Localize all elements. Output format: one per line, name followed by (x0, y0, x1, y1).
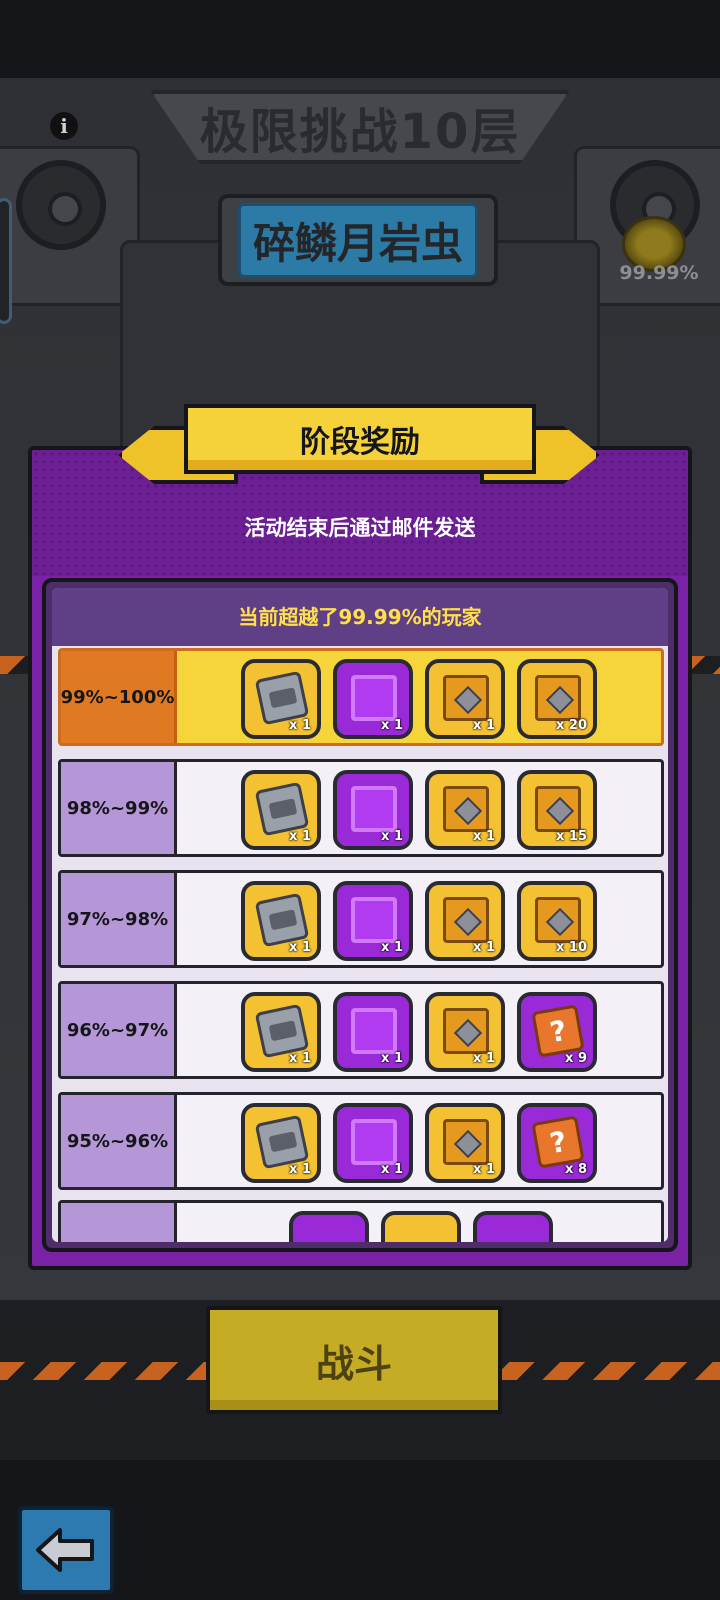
reward-quantity: x 1 (381, 718, 403, 733)
reward-quantity: x 1 (473, 1051, 495, 1066)
avatar-frame-icon (351, 1008, 397, 1054)
reward-quantity: x 1 (289, 1051, 311, 1066)
tier-row: 97%~98% x 1 x 1 x 1 x 10 (58, 870, 664, 968)
avatar-frame-icon (351, 786, 397, 832)
back-button[interactable] (18, 1506, 114, 1594)
fight-button-label: 战斗 (315, 1341, 392, 1386)
back-arrow-icon (36, 1528, 94, 1572)
tier-range-label: 96%~97% (61, 984, 177, 1076)
reward-quantity: x 15 (555, 829, 587, 844)
hazard-stripe-left (0, 656, 30, 674)
reward-quantity: x 1 (289, 940, 311, 955)
boss-name-plate: 碎鳞月岩虫 (218, 194, 498, 286)
info-icon[interactable]: i (50, 112, 78, 140)
dialog-subtitle: 活动结束后通过邮件发送 (244, 516, 476, 540)
chest-icon (443, 897, 489, 943)
reward-item[interactable]: x 8 (517, 1103, 597, 1183)
reward-item[interactable]: x 15 (517, 770, 597, 850)
tier-row: 95%~96% x 1 x 1 x 1 x 8 (58, 1092, 664, 1190)
reward-item[interactable]: x 1 (241, 992, 321, 1072)
reward-item[interactable]: x 1 (425, 992, 505, 1072)
reward-item[interactable]: x 20 (517, 659, 597, 739)
coin-chest-icon (535, 675, 581, 721)
tier-range-partial (61, 1203, 177, 1242)
reward-quantity: x 1 (381, 940, 403, 955)
coin-chest-icon (535, 897, 581, 943)
avatar-frame-icon (351, 675, 397, 721)
fight-button[interactable]: 战斗 (206, 1306, 502, 1414)
chest-icon (443, 1008, 489, 1054)
reward-quantity: x 20 (555, 718, 587, 733)
reward-item[interactable]: x 1 (241, 659, 321, 739)
fan-left-decoration (16, 160, 106, 250)
rank-percent: 99.99% (619, 262, 699, 284)
reward-quantity: x 1 (381, 829, 403, 844)
reward-list[interactable]: 当前超越了99.99%的玩家 99%~100% x 1 x 1 x 1 x 20 98%~… (52, 588, 668, 1242)
stage-title: 极限挑战10层 (199, 104, 521, 160)
reward-quantity: x 1 (289, 1162, 311, 1177)
reward-quantity: x 1 (381, 1162, 403, 1177)
tier-range-label: 98%~99% (61, 762, 177, 854)
reward-quantity: x 1 (473, 940, 495, 955)
current-rank-header: 当前超越了99.99%的玩家 (52, 588, 668, 646)
reward-quantity: x 1 (473, 829, 495, 844)
reward-quantity: x 8 (565, 1162, 587, 1177)
tier-range-label: 99%~100% (61, 651, 177, 743)
screen: 极限挑战10层 碎鳞月岩虫 i 99.99% 阶段奖励 活动结束后通过邮件发送 … (0, 0, 720, 1600)
tier-range-label: 95%~96% (61, 1095, 177, 1187)
reward-item[interactable]: x 1 (333, 770, 413, 850)
reward-quantity: x 1 (289, 829, 311, 844)
reward-item[interactable]: x 1 (425, 770, 505, 850)
chest-icon (443, 675, 489, 721)
side-tab-left (0, 198, 12, 324)
reward-item[interactable]: x 1 (333, 881, 413, 961)
chest-icon (443, 1119, 489, 1165)
reward-item[interactable]: x 1 (241, 770, 321, 850)
reward-item[interactable]: x 1 (425, 1103, 505, 1183)
reward-item[interactable]: x 1 (333, 992, 413, 1072)
reward-item[interactable]: x 1 (333, 1103, 413, 1183)
reward-item[interactable]: x 1 (333, 659, 413, 739)
reward-item[interactable]: x 1 (241, 881, 321, 961)
reward-item[interactable]: x 10 (517, 881, 597, 961)
tier-row: 96%~97% x 1 x 1 x 1 x 9 (58, 981, 664, 1079)
tier-range-label: 97%~98% (61, 873, 177, 965)
chest-icon (443, 786, 489, 832)
boss-name: 碎鳞月岩虫 (237, 202, 478, 278)
coin-chest-icon (535, 786, 581, 832)
reward-list-frame: 当前超越了99.99%的玩家 99%~100% x 1 x 1 x 1 x 20 98%~… (42, 578, 678, 1252)
reward-item-partial-3[interactable] (473, 1211, 553, 1242)
reward-item-partial-1[interactable] (289, 1211, 369, 1242)
reward-quantity: x 9 (565, 1051, 587, 1066)
reward-item-partial-2[interactable] (381, 1211, 461, 1242)
reward-item[interactable]: x 1 (425, 659, 505, 739)
avatar-frame-icon (351, 897, 397, 943)
reward-quantity: x 1 (381, 1051, 403, 1066)
puzzle-icon (531, 1115, 585, 1169)
dialog-title: 阶段奖励 (300, 425, 420, 460)
reward-quantity: x 1 (473, 718, 495, 733)
stage-title-plate: 极限挑战10层 (150, 90, 570, 164)
avatar-frame-icon (351, 1119, 397, 1165)
reward-quantity: x 10 (555, 940, 587, 955)
tier-row-partial (58, 1200, 664, 1242)
reward-item[interactable]: x 9 (517, 992, 597, 1072)
reward-item[interactable]: x 1 (425, 881, 505, 961)
dialog-title-banner: 阶段奖励 (184, 404, 536, 474)
tier-row: 98%~99% x 1 x 1 x 1 x 15 (58, 759, 664, 857)
reward-item[interactable]: x 1 (241, 1103, 321, 1183)
puzzle-icon (531, 1004, 585, 1058)
reward-quantity: x 1 (289, 718, 311, 733)
tier-row: 99%~100% x 1 x 1 x 1 x 20 (58, 648, 664, 746)
reward-quantity: x 1 (473, 1162, 495, 1177)
